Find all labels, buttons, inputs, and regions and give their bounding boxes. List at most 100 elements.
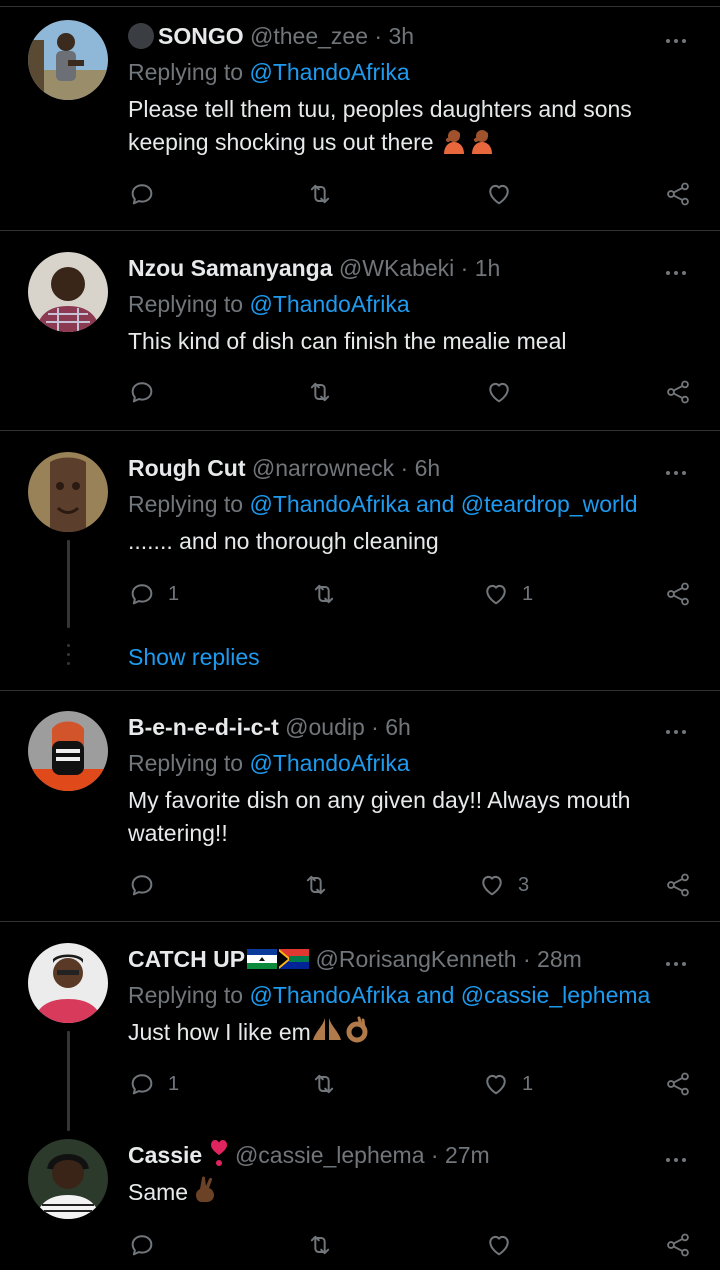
avatar[interactable] [28,452,108,532]
share-icon [664,580,692,608]
retweet-button[interactable] [306,179,334,209]
share-icon [664,1070,692,1098]
tweet-text-line: This kind of dish can finish the mealie … [128,328,567,354]
avatar[interactable] [28,20,108,100]
user-handle[interactable]: @narrowneck [252,455,394,481]
tweet-catch-up[interactable]: CATCH UP @RorisangKenneth · 28m Replying… [0,943,720,1133]
display-name[interactable]: Rough Cut [128,455,246,481]
share-button[interactable] [664,870,692,900]
display-name[interactable]: CATCH UP [128,946,245,972]
retweet-button[interactable] [306,1230,334,1260]
avatar[interactable] [28,943,108,1023]
mention-link[interactable]: @ThandoAfrika [249,750,409,776]
like-icon [482,580,510,608]
lesotho-flag-icon [247,945,278,969]
timestamp[interactable]: · 27m [431,1142,490,1168]
timestamp[interactable]: · 6h [401,455,441,481]
display-name[interactable]: Cassie [128,1142,202,1168]
tweet-cassie[interactable]: Cassie @cassie_lephema · 27m Same [0,1139,720,1270]
more-icon[interactable] [666,30,690,43]
retweet-button[interactable] [310,1069,338,1099]
display-name[interactable]: SONGO [158,23,244,49]
share-button[interactable] [664,179,692,209]
more-icon[interactable] [666,721,690,734]
more-icon[interactable] [666,953,690,966]
facepalm-emoji-icon [440,128,496,163]
replying-prefix: Replying to [128,750,250,776]
share-button[interactable] [664,579,692,609]
mention-link[interactable]: @cassie_lephema [461,982,651,1008]
tweet-actions: 1 1 [128,579,698,609]
reply-button[interactable] [128,1230,156,1260]
tweet-text: Same [128,1176,688,1213]
crossed-fingers-emoji-icon [194,1176,218,1213]
reply-icon [128,180,156,208]
mention-link[interactable]: @ThandoAfrika [249,491,409,517]
user-handle[interactable]: @thee_zee [250,23,368,49]
like-button[interactable] [485,179,513,209]
show-replies-link[interactable]: Show replies [128,644,260,671]
mention-link[interactable]: @teardrop_world [461,491,638,517]
share-button[interactable] [664,377,692,407]
praying-hands-ok-emoji-icon [311,1016,373,1053]
like-button[interactable] [485,1230,513,1260]
timestamp[interactable]: · 3h [374,23,414,49]
like-icon [482,1070,510,1098]
user-handle[interactable]: @RorisangKenneth [316,946,517,972]
tweet-nzou[interactable]: Nzou Samanyanga @WKabeki · 1h Replying t… [0,252,720,430]
avatar[interactable] [28,252,108,332]
mention-link[interactable]: @ThandoAfrika [249,59,409,85]
user-handle[interactable]: @oudip [285,714,365,740]
share-button[interactable] [664,1230,692,1260]
replying-prefix: Replying to [128,982,250,1008]
tweet-text-line: Just how I like em [128,1019,311,1045]
tweet-text: Just how I like em [128,1016,688,1053]
like-button[interactable]: 1 [482,579,533,609]
timestamp[interactable]: · 1h [461,255,501,281]
retweet-button[interactable] [302,870,330,900]
replying-to: Replying to @ThandoAfrika [128,747,410,779]
reply-button[interactable] [128,377,156,407]
reply-button[interactable]: 1 [128,1069,179,1099]
like-icon [485,180,513,208]
more-icon[interactable] [666,462,690,475]
tweet-songo[interactable]: SONGO @thee_zee · 3h Replying to @Thando… [0,20,720,230]
reply-button[interactable]: 1 [128,579,179,609]
tweet-text-line: keeping shocking us out there [128,129,434,155]
timestamp[interactable]: · 6h [371,714,411,740]
tweet-text-line: ....... and no thorough cleaning [128,528,439,554]
like-button[interactable]: 3 [478,870,529,900]
like-button[interactable] [485,377,513,407]
mention-link[interactable]: @ThandoAfrika [249,291,409,317]
mention-link[interactable]: @ThandoAfrika [249,982,409,1008]
like-icon [485,378,513,406]
avatar[interactable] [28,711,108,791]
reply-button[interactable] [128,179,156,209]
avatar[interactable] [28,1139,108,1219]
tweet-benedict[interactable]: B-e-n-e-d-i-c-t @oudip · 6h Replying to … [0,711,720,921]
tweet-header: B-e-n-e-d-i-c-t @oudip · 6h [128,711,411,743]
user-handle[interactable]: @WKabeki [339,255,454,281]
tweet-actions: 1 1 [128,1069,698,1099]
retweet-button[interactable] [306,377,334,407]
user-handle[interactable]: @cassie_lephema [235,1142,425,1168]
share-button[interactable] [664,1069,692,1099]
like-button[interactable]: 1 [482,1069,533,1099]
retweet-icon [310,580,338,608]
more-icon[interactable] [666,1149,690,1162]
tweet-divider [0,921,720,922]
retweet-button[interactable] [310,579,338,609]
tweet-actions [128,377,698,407]
display-name[interactable]: B-e-n-e-d-i-c-t [128,714,279,740]
timestamp[interactable]: · 28m [523,946,582,972]
tweet-divider [0,430,720,431]
tweet-rough-cut[interactable]: Rough Cut @narrowneck · 6h Replying to @… [0,452,720,690]
tweet-text-line: Same [128,1179,189,1205]
like-count: 3 [518,873,530,896]
reply-button[interactable] [128,870,156,900]
reply-count: 1 [168,1072,180,1095]
reply-count: 1 [168,582,180,605]
tweet-divider [0,230,720,231]
more-icon[interactable] [666,262,690,275]
display-name[interactable]: Nzou Samanyanga [128,255,333,281]
